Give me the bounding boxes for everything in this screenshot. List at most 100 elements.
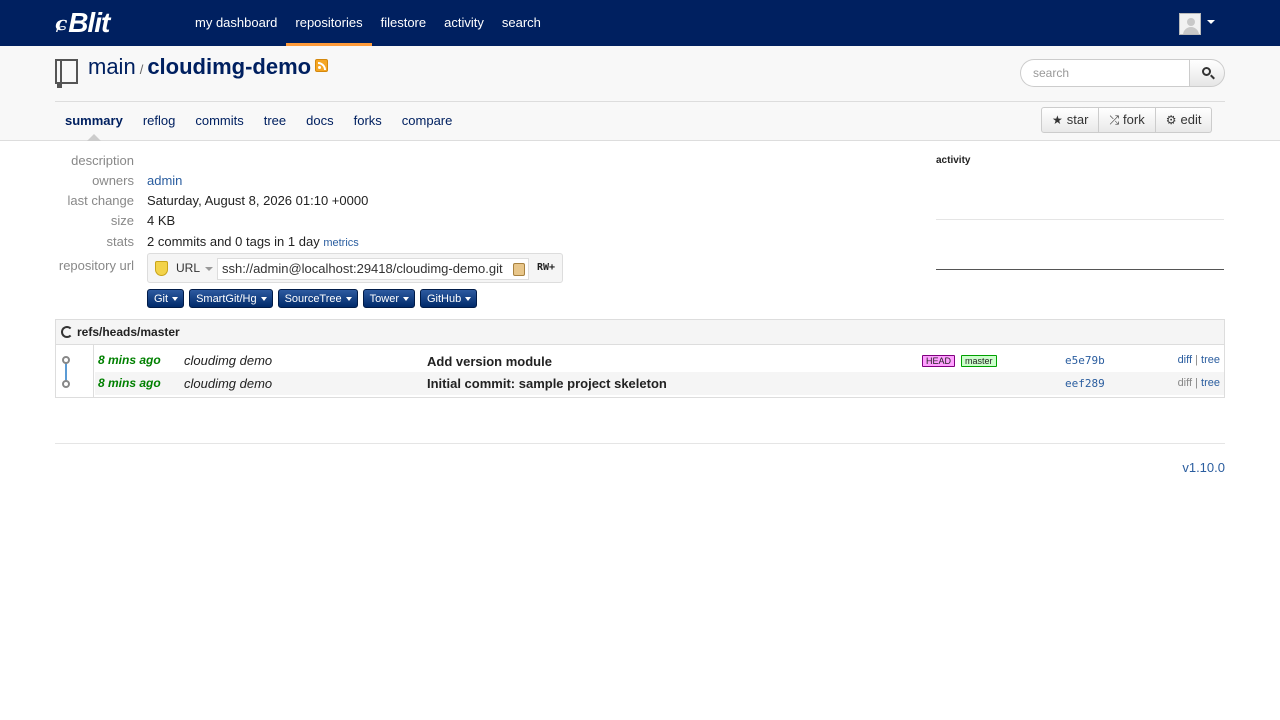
stats-value: 2 commits and 0 tags in 1 day [147, 233, 320, 249]
property-label: owners [92, 172, 134, 188]
repository-url-box: URL ssh://admin@localhost:29418/cloudimg… [147, 253, 563, 283]
tree-link[interactable]: tree [1201, 377, 1220, 389]
commit-log-header: refs/heads/master [56, 320, 1224, 345]
search-button[interactable] [1189, 59, 1225, 87]
active-tab-indicator [86, 134, 101, 141]
property-label: last change [67, 192, 135, 208]
footer-divider [55, 443, 1225, 444]
graph-node [62, 356, 70, 364]
project-link[interactable]: main [88, 54, 136, 80]
client-git-button[interactable]: Git [147, 289, 185, 308]
url-type-label[interactable]: URL [176, 261, 200, 275]
property-stats: stats 2 commits and 0 tags in 1 day metr… [55, 231, 359, 251]
logo-word: Blit [68, 7, 110, 38]
commit-author: cloudimg demo [184, 376, 273, 391]
diff-link[interactable]: diff [1178, 354, 1192, 366]
tab-compare[interactable]: compare [392, 102, 463, 140]
property-size: size 4 KB [55, 210, 175, 230]
repo-actions: ★ star ⤮ fork ⚙ edit [1041, 107, 1213, 133]
nav-filestore[interactable]: filestore [372, 0, 436, 46]
graph-node [62, 380, 70, 388]
property-repository-url: repository url [55, 255, 134, 275]
commit-log: refs/heads/master 8 mins ago cloudimg de… [55, 319, 1225, 398]
commit-author: cloudimg demo [184, 353, 273, 368]
refresh-icon [61, 326, 73, 338]
commit-message-link[interactable]: Initial commit: sample project skeleton [427, 376, 667, 391]
last-change-value: Saturday, August 8, 2026 01:10 +0000 [147, 192, 369, 208]
repo-name-link[interactable]: cloudimg-demo [147, 54, 311, 80]
nav-repositories[interactable]: repositories [286, 0, 372, 46]
fork-button[interactable]: ⤮ fork [1099, 107, 1156, 133]
avatar-body [1183, 27, 1199, 34]
property-last-change: last change Saturday, August 8, 2026 01:… [55, 190, 369, 210]
repo-title: main / cloudimg-demo [88, 54, 311, 82]
clone-clients: Git SmartGit/Hg SourceTree Tower GitHub [147, 289, 482, 308]
tab-commits[interactable]: commits [185, 102, 253, 140]
commit-links: diff | tree [1177, 377, 1220, 389]
activity-chart-gridline [936, 219, 1224, 220]
property-label: stats [106, 233, 134, 249]
client-github-button[interactable]: GitHub [419, 289, 478, 308]
top-navbar: ɕ Blit my dashboard repositories filesto… [0, 0, 1280, 46]
commit-sha-link[interactable]: eef289 [1065, 377, 1105, 390]
repository-icon [55, 59, 78, 88]
head-badge[interactable]: HEAD [922, 355, 956, 367]
tab-forks[interactable]: forks [344, 102, 392, 140]
commit-message-link[interactable]: Add version module [427, 354, 552, 369]
main-nav: my dashboard repositories filestore acti… [186, 0, 550, 46]
shield-icon [155, 261, 168, 276]
title-separator: / [139, 62, 144, 77]
property-label: repository url [58, 257, 134, 273]
client-sourcetree-button[interactable]: SourceTree [277, 289, 358, 308]
edit-button[interactable]: ⚙ edit [1155, 107, 1213, 133]
commit-sha-link[interactable]: e5e79b [1065, 354, 1105, 367]
search-input[interactable]: search [1020, 59, 1190, 87]
tab-reflog[interactable]: reflog [133, 102, 186, 140]
fork-icon: ⤮ [1109, 113, 1120, 127]
nav-activity[interactable]: activity [435, 0, 493, 46]
chevron-down-icon [345, 296, 352, 301]
version-link[interactable]: v1.10.0 [1182, 460, 1225, 475]
tab-tree[interactable]: tree [254, 102, 296, 140]
star-button[interactable]: ★ star [1041, 107, 1100, 133]
chevron-down-icon[interactable] [205, 267, 213, 271]
property-label: size [110, 212, 134, 228]
chevron-down-icon [172, 296, 179, 301]
chevron-down-icon[interactable] [1207, 20, 1215, 24]
avatar-head [1187, 18, 1195, 26]
commit-age: 8 mins ago [98, 376, 161, 390]
repository-url-field[interactable]: ssh://admin@localhost:29418/cloudimg-dem… [217, 258, 529, 280]
client-smartgit-button[interactable]: SmartGit/Hg [189, 289, 273, 308]
rss-icon[interactable] [315, 59, 328, 72]
table-row: 8 mins ago cloudimg demo Add version mod… [95, 349, 1224, 372]
graph-edge [65, 363, 67, 381]
client-tower-button[interactable]: Tower [362, 289, 415, 308]
diff-link[interactable]: diff [1178, 377, 1192, 389]
clipboard-icon[interactable] [513, 263, 525, 276]
user-avatar[interactable] [1179, 13, 1201, 35]
app-logo[interactable]: ɕ Blit [55, 7, 110, 38]
chevron-down-icon [465, 296, 472, 301]
repo-tabs: summary reflog commits tree docs forks c… [55, 102, 463, 141]
logo-mark: ɕ [55, 11, 68, 35]
tab-docs[interactable]: docs [296, 102, 343, 140]
tree-link[interactable]: tree [1201, 354, 1220, 366]
property-label: description [71, 152, 134, 168]
commit-links: diff | tree [1177, 354, 1220, 366]
permission-badge: RW+ [537, 262, 556, 273]
tab-summary[interactable]: summary [55, 102, 133, 141]
chevron-down-icon [402, 296, 409, 301]
commit-graph [56, 345, 94, 397]
nav-search[interactable]: search [493, 0, 550, 46]
branch-ref-link[interactable]: refs/heads/master [77, 325, 180, 339]
property-owners: owners admin [55, 170, 182, 190]
owner-link[interactable]: admin [147, 173, 182, 188]
table-row: 8 mins ago cloudimg demo Initial commit:… [95, 372, 1224, 395]
property-description: description [55, 150, 134, 170]
nav-my-dashboard[interactable]: my dashboard [186, 0, 286, 46]
metrics-link[interactable]: metrics [323, 237, 358, 249]
gear-icon: ⚙ [1165, 113, 1177, 127]
commit-age: 8 mins ago [98, 353, 161, 367]
branch-badge[interactable]: master [961, 355, 997, 367]
activity-chart-baseline [936, 269, 1224, 270]
